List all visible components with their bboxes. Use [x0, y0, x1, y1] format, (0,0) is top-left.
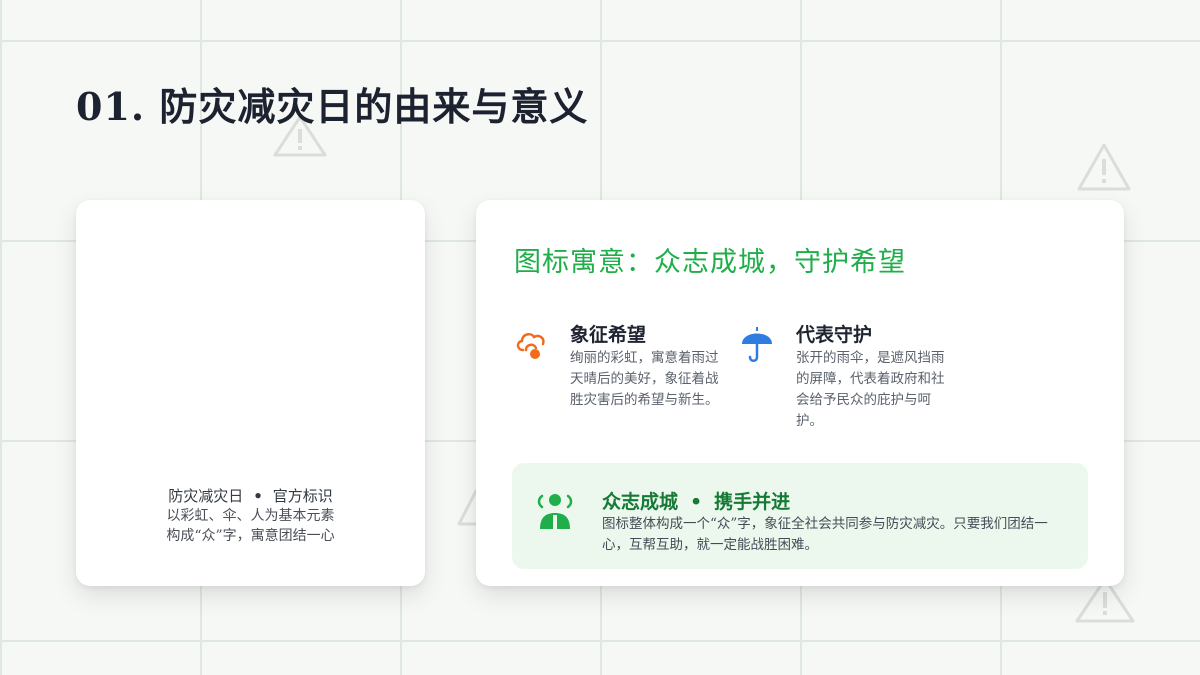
unity-banner: 众志成城 • 携手并进 图标整体构成一个“众”字，象征全社会共同参与防灾减灾。只要我…: [512, 463, 1088, 569]
logo-caption: 防灾减灾日 • 官方标识 以彩虹、伞、人为基本元素 构成“众”字，寓意团结一心: [76, 486, 425, 546]
warning-icon: [1077, 143, 1131, 191]
caption-line-3: 构成“众”字，寓意团结一心: [166, 528, 335, 544]
meaning-card: 图标寓意：众志成城，守护希望 象征希望 绚丽的彩虹，寓意着雨过天晴后的美好，象征…: [476, 200, 1124, 586]
banner-title-a: 众志成城: [602, 491, 679, 513]
banner-description: 图标整体构成一个“众”字，象征全社会共同参与防灾减灾。只要我们团结一心，互帮互助…: [602, 516, 1048, 553]
umbrella-icon: [742, 327, 772, 362]
feature-description: 张开的雨伞，是遮风挡雨的屏障，代表着政府和社会给予民众的庇护与呵护。: [796, 350, 945, 429]
logo-card: 防灾减灾日 • 官方标识 以彩虹、伞、人为基本元素 构成“众”字，寓意团结一心: [76, 200, 425, 586]
caption-title: 防灾减灾日: [168, 487, 244, 505]
rainbow-cloud-icon: [516, 332, 545, 359]
caption-title-row: 防灾减灾日 • 官方标识: [76, 486, 425, 506]
card-heading: 图标寓意：众志成城，守护希望: [514, 247, 906, 278]
caption-title-2: 官方标识: [272, 487, 333, 505]
group-people-icon: [537, 494, 573, 529]
feature-title: 象征希望: [570, 324, 647, 346]
caption-line-2: 以彩虹、伞、人为基本元素: [166, 508, 335, 524]
banner-title-b: 携手并进: [714, 491, 791, 513]
feature-title: 代表守护: [796, 324, 873, 346]
feature-description: 绚丽的彩虹，寓意着雨过天晴后的美好，象征着战胜灾害后的希望与新生。: [570, 350, 719, 408]
banner-title: 众志成城 • 携手并进: [602, 487, 790, 514]
caption-separator: •: [253, 487, 263, 505]
banner-separator: •: [690, 491, 703, 513]
page-title: 01. 防灾减灾日的由来与意义: [76, 84, 589, 129]
